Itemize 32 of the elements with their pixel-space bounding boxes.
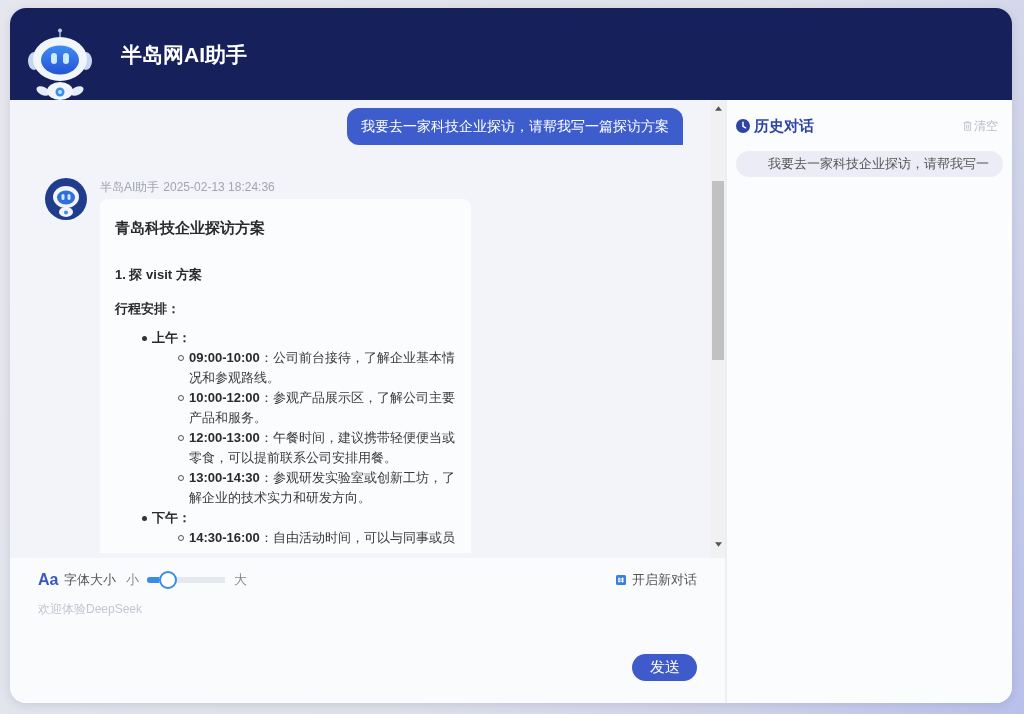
small-size-label: 小 (126, 571, 140, 589)
schedule-item: 13:00-14:30：参观研发实验室或创新工坊，了解企业的技术实力和研发方向。 (189, 469, 456, 507)
section-heading: 1. 探 visit 方案 (115, 266, 203, 284)
scrollbar-thumb[interactable] (712, 181, 724, 360)
message-time: 2025-02-13 18:24:36 (163, 180, 275, 194)
user-message-bubble: 我要去一家科技企业探访，请帮我写一篇探访方案 (347, 108, 683, 145)
history-item[interactable]: 我要去一家科技企业探访，请帮我写一 (736, 151, 1003, 177)
font-size-glyph: Aa (38, 571, 59, 589)
section-label: 行程安排： (115, 300, 181, 318)
large-size-label: 大 (234, 571, 248, 589)
new-chat-button[interactable]: 开启新对话 (616, 571, 697, 589)
schedule-item: 12:00-13:00：午餐时间，建议携带轻便便当或零食，可以提前联系公司安排用餐。 (189, 429, 456, 467)
bullet-icon (142, 515, 147, 521)
robot-avatar-icon (45, 178, 87, 220)
schedule-item: 10:00-12:00：参观产品展示区，了解公司主要产品和服务。 (189, 389, 456, 427)
hash-square-icon (616, 575, 626, 585)
period-label: 下午： (152, 509, 191, 527)
schedule-item: 09:00-10:00：公司前台接待，了解企业基本情况和参观路线。 (189, 349, 456, 387)
schedule-item: 14:30-16:00：自由活动时间，可以与同事或员 (189, 529, 456, 547)
sender-name: 半岛AI助手 (100, 180, 160, 194)
plan-title: 青岛科技企业探访方案 (115, 218, 266, 238)
history-title: 历史对话 (754, 116, 814, 136)
send-button[interactable]: 发送 (632, 654, 697, 681)
period-label: 上午： (152, 329, 191, 347)
slider-thumb[interactable] (159, 571, 178, 589)
bullet-icon (142, 335, 147, 341)
clock-icon (736, 119, 750, 133)
scroll-down-arrow-icon[interactable] (714, 542, 722, 547)
app-title: 半岛网AI助手 (121, 42, 247, 68)
font-size-label: 字体大小 (64, 571, 117, 589)
scroll-up-arrow-icon[interactable] (714, 106, 722, 111)
trash-icon (963, 121, 972, 131)
